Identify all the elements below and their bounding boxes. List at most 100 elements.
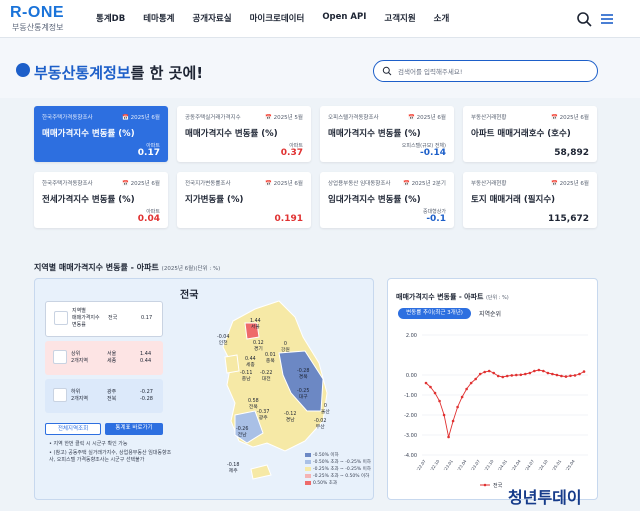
data-point[interactable] — [524, 372, 527, 376]
data-point[interactable] — [551, 372, 554, 376]
data-point[interactable] — [451, 419, 455, 423]
data-point[interactable] — [487, 369, 491, 373]
x-tick-label: '23.10 — [483, 458, 495, 472]
data-point[interactable] — [519, 373, 523, 377]
card-title: 임대가격지수 변동률 (%) — [328, 195, 421, 205]
search-input[interactable]: 검색어를 입력해주세요! — [373, 60, 598, 82]
map-region-label[interactable]: -0.26 전남 — [236, 427, 248, 439]
data-point[interactable] — [505, 374, 509, 378]
map-region-label[interactable]: -0.02 부산 — [314, 419, 326, 431]
menu-item-stat-db[interactable]: 통계DB — [96, 12, 125, 24]
data-point[interactable] — [582, 370, 586, 373]
card-title: 매매가격지수 변동률 (%) — [185, 129, 278, 139]
map-region-label[interactable]: -0.12 경남 — [284, 412, 296, 424]
card-period: 📅 2025년 6월 — [265, 181, 303, 187]
stat-card[interactable]: 공동주택실거래가격지수 📅 2025년 5월 매매가격지수 변동률 (%) 아파트 0.… — [177, 106, 311, 162]
menu-item-support[interactable]: 고객지원 — [384, 12, 415, 24]
map-region-label[interactable]: -0.37 광주 — [257, 410, 269, 422]
data-point[interactable] — [542, 369, 545, 373]
card-title: 전세가격지수 변동률 (%) — [42, 195, 135, 205]
map-region-label[interactable]: 0.12 경기 — [253, 341, 264, 353]
map-region-label[interactable]: -0.25 대구 — [297, 389, 309, 401]
map-region-label[interactable]: 0 울산 — [321, 404, 330, 416]
data-point[interactable] — [555, 373, 559, 377]
map-region-label[interactable]: 0 강원 — [281, 342, 290, 354]
stat-card[interactable]: 한국주택가격동향조사 📅 2025년 6월 전세가격지수 변동률 (%) 아파트 0.0… — [34, 172, 168, 228]
data-point[interactable] — [573, 374, 577, 377]
search-icon[interactable] — [575, 10, 593, 28]
map-region-label[interactable]: -0.22 대전 — [260, 371, 272, 383]
menu-item-about[interactable]: 소개 — [434, 12, 450, 24]
data-point[interactable] — [438, 399, 441, 403]
top-nav: R-ONE 부동산통계정보 통계DB 테마통계 공개자료실 마이크로데이터 Op… — [0, 0, 640, 38]
stat-card[interactable]: 상업용부동산 임대동향조사 📅 2025년 2분기 임대가격지수 변동률 (%) 중대… — [320, 172, 454, 228]
x-tick-label: '23.01 — [443, 458, 455, 472]
data-point[interactable] — [546, 371, 550, 375]
data-point[interactable] — [514, 373, 518, 377]
map-region-label[interactable]: -0.11 충남 — [240, 371, 252, 383]
stat-card[interactable]: 오피스텔가격동향조사 📅 2025년 6월 매매가격지수 변동률 (%) 오피스텔(규… — [320, 106, 454, 162]
data-point[interactable] — [528, 371, 532, 375]
legend-item: -0.25% 초과 ~ 0.50% 이하 — [305, 473, 369, 479]
map-region-label[interactable]: 1.44 서울 — [250, 319, 261, 331]
stat-table-button[interactable]: 통계표 바로가기 — [105, 423, 163, 435]
data-point[interactable] — [483, 370, 486, 374]
card-source: 전국지가변동률조사 — [185, 181, 231, 187]
y-tick-label: -4.00 — [404, 453, 417, 459]
legend-item: -0.50% 이하 — [305, 452, 339, 458]
x-tick-label: '22.07 — [416, 458, 428, 472]
card-title: 토지 매매거래 (필지수) — [471, 195, 556, 205]
stat-card[interactable]: 부동산거래현황 📅 2025년 6월 아파트 매매거래호수 (호수) 58,892 — [463, 106, 597, 162]
card-title: 지가변동률 (%) — [185, 195, 244, 205]
data-point[interactable] — [569, 374, 572, 378]
x-tick-label: '22.10 — [429, 458, 441, 472]
data-point[interactable] — [474, 377, 477, 381]
stat-card[interactable]: 한국주택가격동향조사 📅 2025년 6월 매매가격지수 변동률 (%) 아파트 0.1… — [34, 106, 168, 162]
y-tick-label: -1.00 — [404, 393, 417, 399]
all-regions-button[interactable]: 전체지역조회 — [45, 423, 101, 435]
data-point[interactable] — [469, 381, 473, 385]
data-point[interactable] — [456, 405, 459, 409]
x-tick-label: '23.07 — [470, 458, 482, 472]
data-point[interactable] — [442, 413, 446, 417]
tab-region-rank[interactable]: 지역순위 — [479, 309, 501, 318]
data-point[interactable] — [560, 374, 563, 378]
menu-item-microdata[interactable]: 마이크로데이터 — [250, 12, 305, 24]
logo[interactable]: R-ONE — [10, 4, 64, 22]
hamburger-menu-icon[interactable] — [598, 10, 616, 28]
globe-icon — [16, 63, 30, 77]
card-period: 📅 2025년 2분기 — [402, 181, 446, 187]
tab-trend[interactable]: 변동률 추이(최근 3개년) — [398, 308, 471, 319]
data-point[interactable] — [510, 374, 514, 377]
card-source: 부동산거래현황 — [471, 115, 507, 121]
data-point[interactable] — [533, 369, 536, 373]
menu-item-public-data[interactable]: 공개자료실 — [192, 12, 231, 24]
map-region-label[interactable]: -0.04 인천 — [217, 335, 229, 347]
card-value: 115,672 — [548, 214, 589, 224]
map-region-label[interactable]: 0.01 충북 — [265, 353, 276, 365]
data-point[interactable] — [501, 375, 505, 379]
data-point[interactable] — [429, 385, 432, 389]
stat-card[interactable]: 전국지가변동률조사 📅 2025년 6월 지가변동률 (%) 0.191 — [177, 172, 311, 228]
data-point[interactable] — [465, 387, 468, 391]
y-tick-label: 2.00 — [406, 333, 417, 339]
menu-item-open-api[interactable]: Open API — [322, 12, 366, 24]
map-region-label[interactable]: 0.44 세종 — [245, 357, 256, 369]
data-point[interactable] — [447, 435, 450, 439]
data-point[interactable] — [537, 368, 541, 372]
data-point[interactable] — [424, 381, 428, 385]
map-region-label[interactable]: -0.18 제주 — [227, 463, 239, 475]
data-point[interactable] — [460, 395, 464, 399]
data-point[interactable] — [564, 375, 568, 378]
stat-card[interactable]: 부동산거래현황 📅 2025년 6월 토지 매매거래 (필지수) 115,672 — [463, 172, 597, 228]
data-point[interactable] — [478, 372, 482, 376]
menu-item-theme[interactable]: 테마통계 — [143, 12, 174, 24]
data-point[interactable] — [578, 372, 581, 376]
data-point[interactable] — [492, 371, 496, 375]
map-region-label[interactable]: -0.28 경북 — [297, 369, 309, 381]
card-value: -0.1 — [426, 214, 446, 224]
data-point[interactable] — [496, 374, 500, 378]
data-point[interactable] — [433, 391, 437, 395]
legend-item: -0.50% 초과 ~ -0.25% 이하 — [305, 459, 371, 465]
nation-summary-box: 지역별 매매가격지수 변동률 전국 0.17 — [45, 301, 163, 337]
